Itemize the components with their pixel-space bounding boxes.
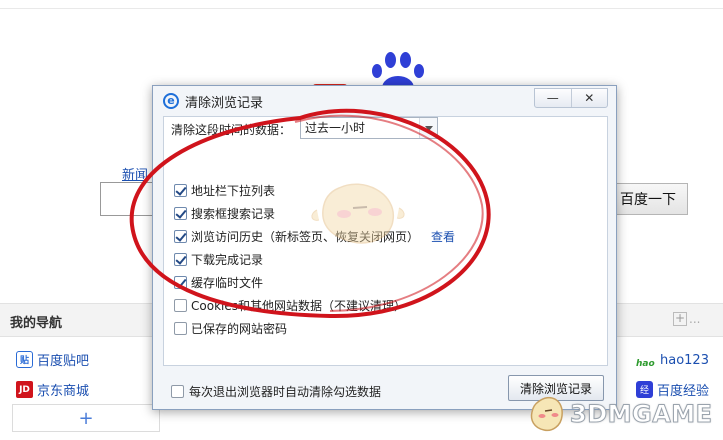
option-label: 缓存临时文件: [191, 276, 264, 290]
window-controls: — ✕: [534, 88, 608, 108]
nav-site-label: 京东商城: [37, 384, 90, 399]
chevron-down-icon: [419, 118, 437, 138]
option-auto-clear[interactable]: 每次退出浏览器时自动清除勾选数据: [171, 383, 381, 400]
auto-clear-label: 每次退出浏览器时自动清除勾选数据: [189, 385, 382, 399]
baidu-search-input[interactable]: [100, 182, 156, 216]
time-range-select[interactable]: 过去一小时: [300, 117, 438, 139]
close-button[interactable]: ✕: [570, 89, 608, 107]
option-passwords[interactable]: 已保存的网站密码: [174, 320, 287, 337]
option-label: Cookies和其他网站数据（不建议清理）: [191, 299, 406, 313]
nav-more-button[interactable]: + ...: [673, 312, 700, 326]
watermark-text: 3DMGAME: [570, 400, 713, 429]
option-search-box[interactable]: 搜索框搜索记录: [174, 205, 275, 222]
checkbox-cookies[interactable]: [174, 299, 187, 312]
option-label: 搜索框搜索记录: [191, 207, 276, 221]
my-nav-title: 我的导航: [10, 316, 63, 331]
option-label: 下载完成记录: [191, 253, 264, 267]
checkbox-passwords[interactable]: [174, 322, 187, 335]
nav-site-label: hao123: [660, 353, 709, 368]
checkbox-address-bar[interactable]: [174, 184, 187, 197]
option-cookies[interactable]: Cookies和其他网站数据（不建议清理）: [174, 297, 406, 314]
checkbox-auto-clear[interactable]: [171, 385, 184, 398]
plus-icon: +: [673, 311, 687, 326]
time-range-label: 清除这段时间的数据：: [171, 123, 292, 137]
hao123-icon: hao: [636, 359, 655, 369]
jd-icon: JD: [16, 381, 33, 398]
checkbox-cache[interactable]: [174, 276, 187, 289]
nav-site-hao123[interactable]: hao hao123: [636, 352, 709, 369]
dialog-title: 清除浏览记录: [185, 95, 264, 111]
browser-e-icon: e: [163, 93, 179, 109]
option-address-bar[interactable]: 地址栏下拉列表: [174, 182, 275, 199]
option-label: 已保存的网站密码: [191, 322, 288, 336]
option-cache[interactable]: 缓存临时文件: [174, 274, 263, 291]
nav-site-jd[interactable]: JD 京东商城: [16, 380, 89, 399]
nav-site-tieba[interactable]: 贴 百度贴吧: [16, 350, 89, 369]
checkbox-downloads[interactable]: [174, 253, 187, 266]
checkbox-browse-history[interactable]: [174, 230, 187, 243]
news-link[interactable]: 新闻: [122, 164, 148, 183]
checkbox-search-box[interactable]: [174, 207, 187, 220]
option-label: 地址栏下拉列表: [191, 184, 276, 198]
3dmgame-watermark: 3DMGAME: [528, 392, 713, 436]
minimize-button[interactable]: —: [535, 89, 571, 107]
view-history-link[interactable]: 查看: [431, 228, 455, 245]
time-range-value: 过去一小时: [305, 121, 366, 135]
nav-site-label: 百度贴吧: [37, 354, 90, 369]
option-downloads[interactable]: 下载完成记录: [174, 251, 263, 268]
mascot-logo-icon: [530, 396, 563, 432]
page-top-divider: [0, 8, 723, 9]
baidu-search-button[interactable]: 百度一下: [608, 183, 688, 215]
nav-more-label: ...: [689, 312, 701, 326]
tieba-icon: 贴: [16, 351, 33, 368]
mascot-watermark-icon: [311, 183, 405, 244]
add-site-button[interactable]: +: [12, 404, 160, 432]
